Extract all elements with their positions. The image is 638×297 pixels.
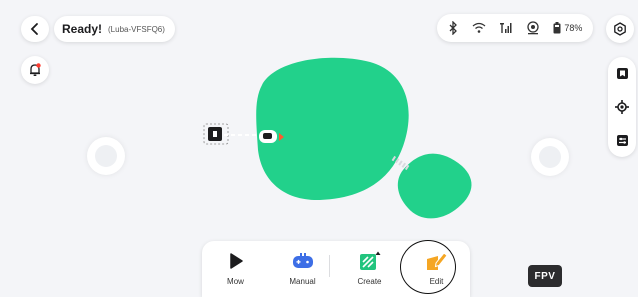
joystick-left[interactable] bbox=[87, 137, 125, 175]
cellular-signal-icon bbox=[500, 23, 512, 33]
gamepad-icon bbox=[292, 253, 313, 268]
create-label: Create bbox=[357, 277, 382, 286]
settings-icon bbox=[614, 22, 626, 36]
task-settings-icon[interactable] bbox=[616, 134, 629, 147]
create-zone-icon bbox=[359, 251, 380, 270]
fpv-button[interactable]: FPV bbox=[528, 265, 562, 287]
battery-icon bbox=[553, 22, 561, 34]
notification-bell-icon bbox=[30, 63, 41, 76]
device-name: (Luba-VFSFQ6) bbox=[108, 24, 165, 34]
zone-small[interactable] bbox=[397, 153, 472, 219]
device-status: Ready! (Luba-VFSFQ6) bbox=[54, 16, 175, 42]
action-divider bbox=[329, 255, 330, 277]
wifi-icon bbox=[473, 22, 486, 33]
zone-large[interactable] bbox=[256, 57, 409, 201]
settings-button[interactable] bbox=[606, 15, 634, 43]
battery-percent: 78% bbox=[564, 23, 583, 33]
gps-icon bbox=[527, 21, 540, 35]
mow-label: Mow bbox=[227, 277, 244, 286]
manual-button[interactable]: Manual bbox=[269, 241, 336, 297]
system-status-bar[interactable]: 78% bbox=[437, 14, 593, 42]
manual-label: Manual bbox=[289, 277, 316, 286]
fpv-label: FPV bbox=[534, 270, 556, 282]
back-button[interactable] bbox=[21, 16, 49, 42]
notifications-button[interactable] bbox=[21, 56, 49, 84]
right-toolbar bbox=[608, 57, 636, 157]
locate-icon[interactable] bbox=[615, 100, 629, 114]
map-bookmark-icon[interactable] bbox=[616, 67, 629, 80]
edit-button[interactable]: Edit bbox=[403, 241, 470, 297]
create-button[interactable]: Create bbox=[336, 241, 403, 297]
play-icon bbox=[229, 253, 243, 269]
mow-button[interactable]: Mow bbox=[202, 241, 269, 297]
edit-zone-icon bbox=[426, 252, 448, 270]
bluetooth-icon bbox=[450, 21, 458, 35]
action-bar: Mow Manual Create Edit bbox=[202, 241, 470, 297]
battery-status: 78% bbox=[553, 22, 582, 34]
joystick-right[interactable] bbox=[531, 138, 569, 176]
edit-label: Edit bbox=[429, 277, 444, 286]
status-text: Ready! bbox=[62, 22, 103, 36]
chevron-left-icon bbox=[30, 23, 38, 35]
